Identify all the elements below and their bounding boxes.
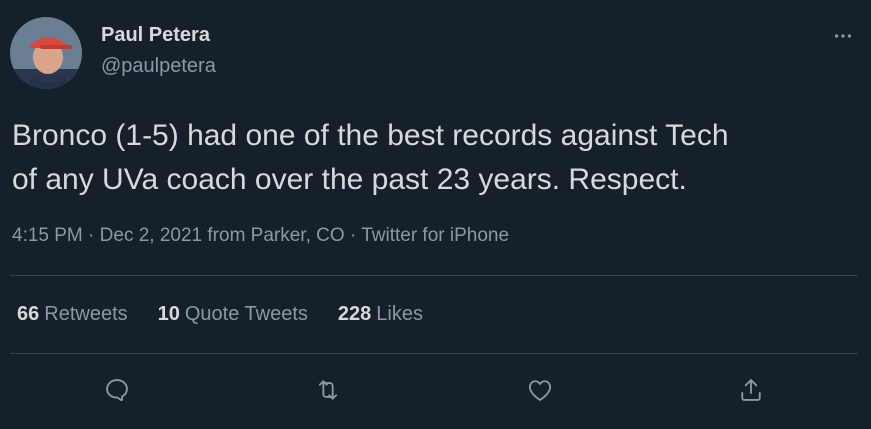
heart-icon xyxy=(528,380,552,401)
quote-tweets-count: 10 xyxy=(157,303,180,325)
retweets-count: 66 xyxy=(17,303,40,325)
retweet-button[interactable] xyxy=(308,370,348,410)
more-dots-icon xyxy=(834,34,852,38)
likes-stat[interactable]: 228 Likes xyxy=(338,303,423,326)
tweet-source[interactable]: Twitter for iPhone xyxy=(361,225,509,246)
reply-icon xyxy=(106,379,128,402)
retweets-stat[interactable]: 66 Retweets xyxy=(17,303,128,326)
quote-tweets-stat[interactable]: 10 Quote Tweets xyxy=(158,303,308,326)
avatar-image xyxy=(10,17,82,89)
tweet-date-location[interactable]: Dec 2, 2021 from Parker, CO xyxy=(100,225,345,246)
retweets-label: Retweets xyxy=(44,303,128,325)
tweet-text: Bronco (1-5) had one of the best records… xyxy=(12,119,729,196)
author-display-name[interactable]: Paul Petera xyxy=(101,24,210,47)
avatar[interactable] xyxy=(10,17,82,89)
more-options-button[interactable] xyxy=(829,22,857,50)
divider xyxy=(10,275,858,276)
quote-tweets-label: Quote Tweets xyxy=(184,303,308,325)
like-button[interactable] xyxy=(520,370,560,410)
tweet-card: Paul Petera @paulpetera Bronco (1-5) had… xyxy=(0,0,871,429)
likes-label: Likes xyxy=(376,303,423,325)
tweet-meta: 4:15 PM · Dec 2, 2021 from Parker, CO · … xyxy=(12,225,509,247)
meta-separator: · xyxy=(88,225,95,246)
likes-count: 228 xyxy=(337,303,372,325)
meta-separator: · xyxy=(349,225,357,246)
share-button[interactable] xyxy=(731,370,771,410)
author-handle[interactable]: @paulpetera xyxy=(101,55,216,78)
share-icon xyxy=(741,379,761,401)
tweet-time[interactable]: 4:15 PM xyxy=(12,225,83,246)
tweet-stats: 66 Retweets 10 Quote Tweets 228 Likes xyxy=(17,303,423,326)
divider xyxy=(10,353,858,354)
action-bar xyxy=(0,370,871,410)
retweet-icon xyxy=(318,380,338,400)
reply-button[interactable] xyxy=(97,370,137,410)
